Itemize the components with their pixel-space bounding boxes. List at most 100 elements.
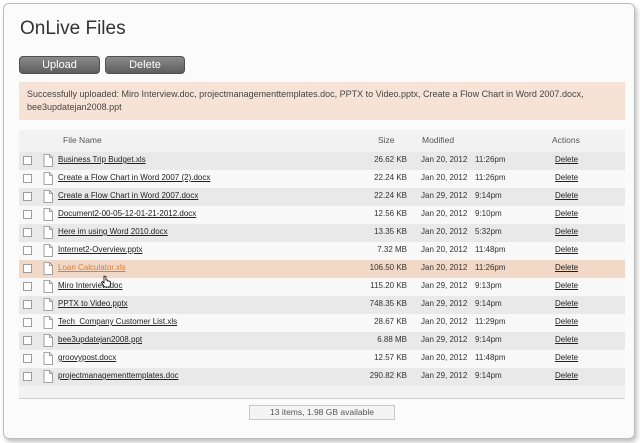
document-icon: [43, 244, 53, 257]
row-checkbox[interactable]: [23, 336, 32, 345]
table-row[interactable]: Business Trip Budget.xls 26.62 KB Jan 20, …: [19, 152, 625, 170]
upload-button[interactable]: Upload: [19, 56, 100, 74]
file-name-link[interactable]: Here im using Word 2010.docx: [58, 227, 168, 236]
modified-date: Jan 20, 2012: [421, 155, 468, 164]
modified-time: 9:14pm: [475, 335, 502, 344]
file-name-link[interactable]: PPTX to Video.pptx: [58, 299, 128, 308]
delete-link[interactable]: Delete: [555, 335, 578, 344]
upload-notice: Successfully uploaded: Miro Interview.do…: [19, 82, 625, 120]
modified-time: 9:14pm: [475, 299, 502, 308]
modified-time: 11:48pm: [475, 245, 506, 254]
file-size: 290.82 KB: [369, 371, 407, 380]
table-row[interactable]: projectmanagementtemplates.doc 290.82 KB J…: [19, 368, 625, 386]
file-size: 13.35 KB: [374, 227, 407, 236]
file-size: 12.56 KB: [374, 209, 407, 218]
delete-link[interactable]: Delete: [555, 227, 578, 236]
header-modified[interactable]: Modified: [422, 130, 454, 150]
delete-link[interactable]: Delete: [555, 209, 578, 218]
modified-time: 5:32pm: [475, 227, 502, 236]
delete-link[interactable]: Delete: [555, 263, 578, 272]
row-checkbox[interactable]: [23, 300, 32, 309]
hand-pointer-icon: [100, 275, 111, 288]
file-size: 22.24 KB: [374, 173, 407, 182]
page-title: OnLive Files: [20, 18, 126, 39]
delete-link[interactable]: Delete: [555, 353, 578, 362]
delete-link[interactable]: Delete: [555, 173, 578, 182]
delete-link[interactable]: Delete: [555, 155, 578, 164]
modified-date: Jan 20, 2012: [421, 227, 468, 236]
row-checkbox[interactable]: [23, 354, 32, 363]
document-icon: [43, 208, 53, 221]
delete-link[interactable]: Delete: [555, 191, 578, 200]
document-icon: [43, 226, 53, 239]
delete-link[interactable]: Delete: [555, 299, 578, 308]
header-size[interactable]: Size: [378, 130, 395, 150]
table-row[interactable]: Tech_Company Customer List.xls 28.67 KB Ja…: [19, 314, 625, 332]
modified-time: 9:13pm: [475, 281, 502, 290]
modified-date: Jan 20, 2012: [421, 209, 468, 218]
modified-time: 11:48pm: [475, 353, 506, 362]
modified-date: Jan 20, 2012: [421, 353, 468, 362]
storage-status: 13 items, 1.98 GB available: [249, 405, 395, 420]
table-row[interactable]: Document2-00-05-12-01-21-2012.docx 12.56 …: [19, 206, 625, 224]
files-window: OnLive Files Upload Delete Successfully …: [3, 3, 635, 439]
row-checkbox[interactable]: [23, 192, 32, 201]
modified-date: Jan 29, 2012: [421, 335, 468, 344]
modified-time: 11:26pm: [475, 173, 506, 182]
table-row[interactable]: groovypost.docx 12.57 KB Jan 20, 2012 11:48…: [19, 350, 625, 368]
file-name-link[interactable]: bee3updatejan2008.ppt: [58, 335, 142, 344]
row-checkbox[interactable]: [23, 156, 32, 165]
modified-date: Jan 20, 2012: [421, 263, 468, 272]
header-file-name[interactable]: File Name: [63, 130, 102, 150]
row-checkbox[interactable]: [23, 228, 32, 237]
row-checkbox[interactable]: [23, 210, 32, 219]
document-icon: [43, 370, 53, 383]
files-table: File Name Size Modified Actions Business…: [19, 130, 625, 399]
modified-time: 11:26pm: [475, 263, 506, 272]
row-checkbox[interactable]: [23, 174, 32, 183]
document-icon: [43, 172, 53, 185]
file-name-link[interactable]: Business Trip Budget.xls: [58, 155, 146, 164]
file-name-link[interactable]: Document2-00-05-12-01-21-2012.docx: [58, 209, 196, 218]
table-row[interactable]: Here im using Word 2010.docx 13.35 KB Jan …: [19, 224, 625, 242]
table-row[interactable]: Create a Flow Chart in Word 2007 (2).doc…: [19, 170, 625, 188]
table-row[interactable]: PPTX to Video.pptx 748.35 KB Jan 29, 2012 9…: [19, 296, 625, 314]
table-row[interactable]: Create a Flow Chart in Word 2007.docx 22.…: [19, 188, 625, 206]
document-icon: [43, 334, 53, 347]
delete-link[interactable]: Delete: [555, 371, 578, 380]
row-checkbox[interactable]: [23, 372, 32, 381]
file-size: 115.20 KB: [370, 281, 407, 290]
document-icon: [43, 298, 53, 311]
document-icon: [43, 316, 53, 329]
file-size: 28.67 KB: [374, 317, 407, 326]
modified-date: Jan 29, 2012: [421, 281, 468, 290]
delete-link[interactable]: Delete: [555, 245, 578, 254]
row-checkbox[interactable]: [23, 318, 32, 327]
file-name-link[interactable]: groovypost.docx: [58, 353, 116, 362]
row-checkbox[interactable]: [23, 282, 32, 291]
file-size: 26.62 KB: [374, 155, 407, 164]
modified-date: Jan 20, 2012: [421, 173, 468, 182]
row-checkbox[interactable]: [23, 246, 32, 255]
table-row[interactable]: Internet2-Overview.pptx 7.32 MB Jan 20, 20…: [19, 242, 625, 260]
file-size: 748.35 KB: [369, 299, 407, 308]
delete-link[interactable]: Delete: [555, 317, 578, 326]
document-icon: [43, 280, 53, 293]
modified-date: Jan 20, 2012: [421, 317, 468, 326]
file-name-link[interactable]: projectmanagementtemplates.doc: [58, 371, 179, 380]
modified-time: 9:10pm: [475, 209, 502, 218]
file-name-link[interactable]: Internet2-Overview.pptx: [58, 245, 142, 254]
file-name-link[interactable]: Tech_Company Customer List.xls: [58, 317, 177, 326]
modified-time: 11:26pm: [475, 155, 506, 164]
file-size: 7.32 MB: [377, 245, 407, 254]
delete-link[interactable]: Delete: [555, 281, 578, 290]
file-size: 12.57 KB: [374, 353, 407, 362]
file-name-link[interactable]: Loan Calculator.xls: [58, 263, 126, 272]
modified-time: 11:29pm: [475, 317, 506, 326]
delete-button[interactable]: Delete: [105, 56, 185, 74]
modified-time: 9:14pm: [475, 371, 502, 380]
file-name-link[interactable]: Create a Flow Chart in Word 2007.docx: [58, 191, 198, 200]
table-row[interactable]: bee3updatejan2008.ppt 6.88 MB Jan 29, 2012…: [19, 332, 625, 350]
file-name-link[interactable]: Create a Flow Chart in Word 2007 (2).doc…: [58, 173, 210, 182]
row-checkbox[interactable]: [23, 264, 32, 273]
